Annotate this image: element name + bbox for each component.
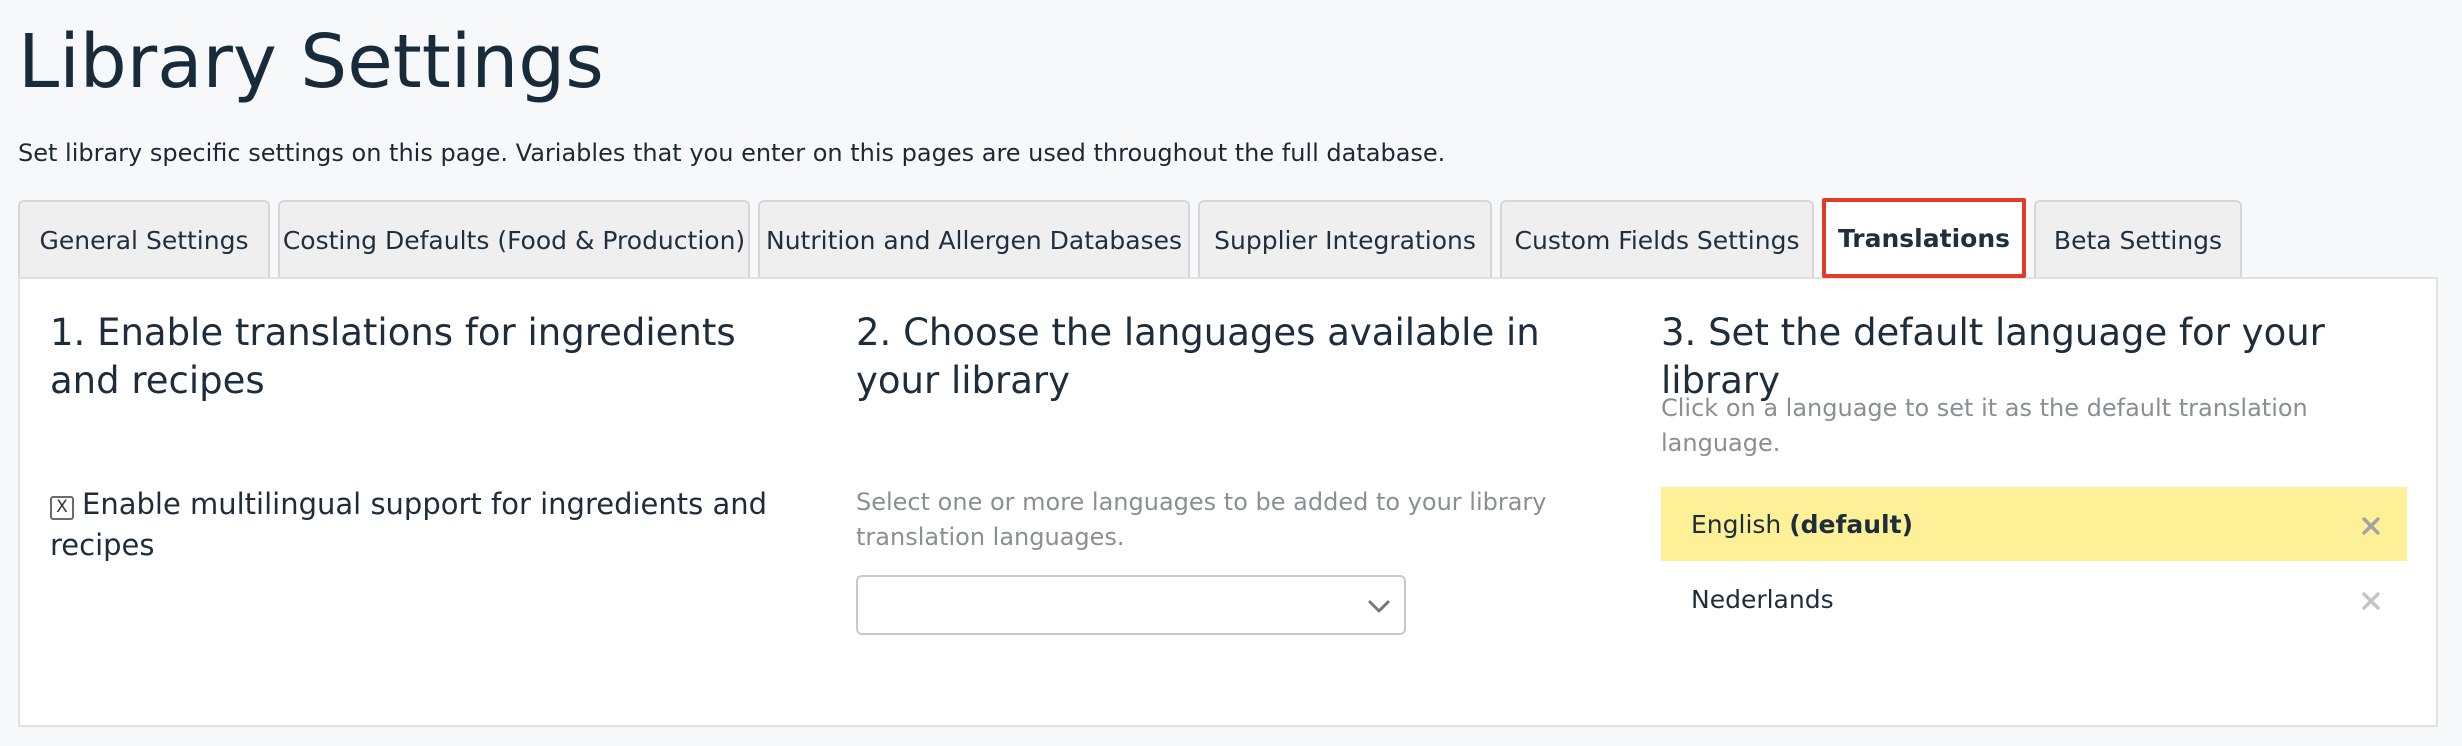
tab-nutrition-allergen-databases[interactable]: Nutrition and Allergen Databases (758, 200, 1190, 278)
tab-costing-defaults[interactable]: Costing Defaults (Food & Production) (278, 200, 750, 278)
multilingual-checkbox-row[interactable]: X Enable multilingual support for ingredi… (50, 484, 770, 566)
section2-hint: Select one or more languages to be added… (856, 488, 1547, 551)
language-item-nederlands[interactable]: Nederlands (1661, 562, 2407, 636)
section-default-language: 3. Set the default language for your lib… (1661, 309, 2421, 614)
language-name: Nederlands (1691, 584, 1834, 614)
tab-translations[interactable]: Translations (1822, 198, 2026, 278)
section1-heading: 1. Enable translations for ingredients a… (50, 311, 736, 402)
section-enable-translations: 1. Enable translations for ingredients a… (50, 309, 810, 562)
tab-supplier-integrations[interactable]: Supplier Integrations (1198, 200, 1492, 278)
settings-tabs: General Settings Costing Defaults (Food … (18, 198, 2250, 278)
section2-heading: 2. Choose the languages available in you… (856, 311, 1540, 402)
language-name: English (1691, 509, 1782, 539)
close-icon[interactable] (2361, 516, 2381, 536)
language-select[interactable] (856, 575, 1406, 635)
page-title: Library Settings (18, 19, 604, 105)
tab-general-settings[interactable]: General Settings (18, 200, 270, 278)
checkbox-checked-icon[interactable]: X (50, 496, 74, 520)
default-language-badge: (default) (1789, 509, 1914, 539)
multilingual-checkbox-label: Enable multilingual support for ingredie… (50, 487, 768, 562)
section-choose-languages: 2. Choose the languages available in you… (856, 309, 1616, 635)
section3-hint: Click on a language to set it as the def… (1661, 394, 2308, 457)
language-item-english[interactable]: English (default) (1661, 487, 2407, 561)
page-description: Set library specific settings on this pa… (18, 139, 1446, 167)
tab-beta-settings[interactable]: Beta Settings (2034, 200, 2242, 278)
translations-panel: 1. Enable translations for ingredients a… (18, 277, 2438, 727)
chevron-down-icon[interactable] (1364, 591, 1394, 621)
close-icon[interactable] (2361, 591, 2381, 611)
tab-custom-fields-settings[interactable]: Custom Fields Settings (1500, 200, 1814, 278)
